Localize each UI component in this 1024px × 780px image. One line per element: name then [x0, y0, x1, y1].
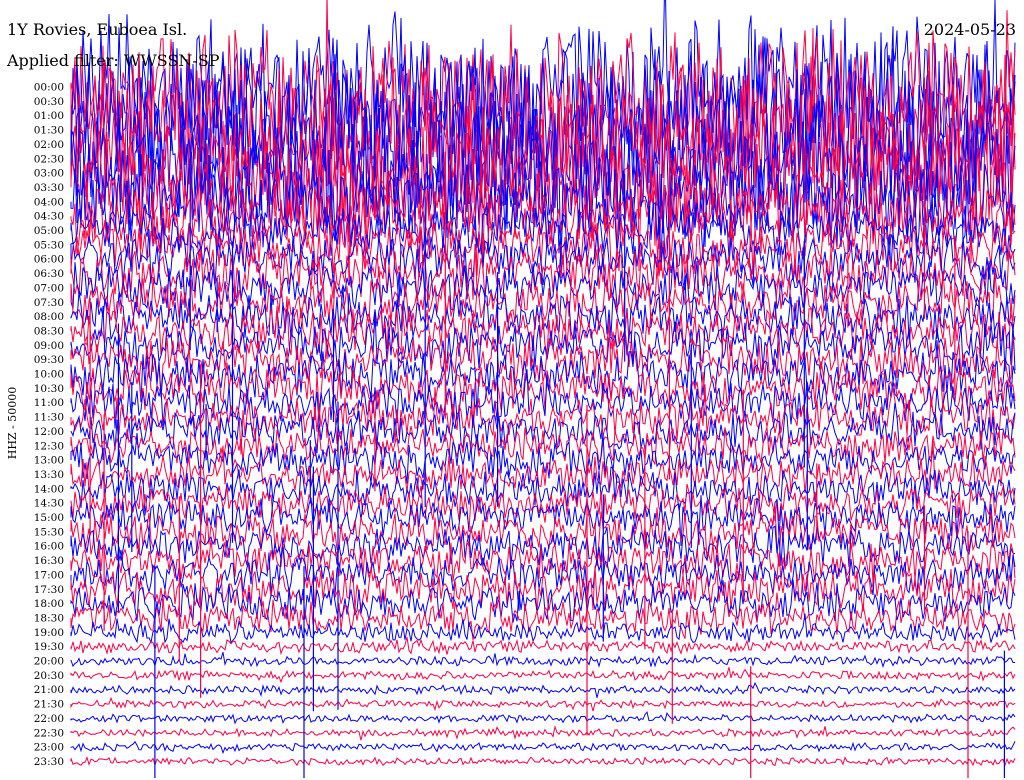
row-time-label: 12:30: [34, 440, 64, 452]
row-time-label: 00:30: [34, 96, 64, 108]
row-time-label: 11:30: [34, 412, 64, 424]
row-time-label: 22:30: [34, 727, 64, 739]
row-time-label: 04:00: [34, 196, 64, 208]
row-time-label: 22:00: [34, 713, 64, 725]
row-time-label: 17:30: [34, 584, 64, 596]
row-time-label: 21:00: [34, 684, 64, 696]
row-time-label: 18:30: [34, 612, 64, 624]
row-time-label: 07:30: [34, 297, 64, 309]
row-time-label: 19:30: [34, 641, 64, 653]
row-time-label: 10:00: [34, 369, 64, 381]
row-time-label: 15:30: [34, 526, 64, 538]
row-time-label: 05:30: [34, 239, 64, 251]
row-time-label: 09:00: [34, 340, 64, 352]
row-time-label: 16:00: [34, 541, 64, 553]
row-time-label: 11:00: [34, 397, 64, 409]
row-time-label: 20:30: [34, 670, 64, 682]
row-time-label: 08:30: [34, 325, 64, 337]
row-time-label: 02:30: [34, 153, 64, 165]
row-time-label: 03:00: [34, 168, 64, 180]
row-time-label: 06:00: [34, 254, 64, 266]
row-time-label: 01:00: [34, 110, 64, 122]
row-time-label: 15:00: [34, 512, 64, 524]
row-time-label: 03:30: [34, 182, 64, 194]
row-time-label: 07:00: [34, 282, 64, 294]
row-time-label: 19:00: [34, 627, 64, 639]
row-time-label: 14:30: [34, 498, 64, 510]
row-time-label: 21:30: [34, 699, 64, 711]
helicorder-plot: 00:00 00:30 01:00 01:30 02:00 02:30 03:00 03:30…: [0, 0, 1024, 780]
row-time-label: 00:00: [34, 82, 64, 94]
row-time-label: 14:00: [34, 483, 64, 495]
row-time-label: 17:00: [34, 569, 64, 581]
row-time-label: 23:00: [34, 742, 64, 754]
row-time-label: 23:30: [34, 756, 64, 768]
row-time-label: 05:00: [34, 225, 64, 237]
row-time-label: 09:30: [34, 354, 64, 366]
row-time-label: 08:00: [34, 311, 64, 323]
row-time-label: 13:00: [34, 455, 64, 467]
row-time-label: 16:30: [34, 555, 64, 567]
row-time-label: 06:30: [34, 268, 64, 280]
y-axis-label: HHZ - 50000: [6, 387, 19, 460]
row-time-label: 20:00: [34, 656, 64, 668]
station-title: 1Y Rovies, Euboea Isl.: [7, 20, 187, 39]
row-time-label: 12:00: [34, 426, 64, 438]
row-time-label: 04:30: [34, 211, 64, 223]
filter-label: Applied filter: WWSSN-SP: [6, 51, 220, 70]
row-time-label: 18:00: [34, 598, 64, 610]
date-label: 2024-05-23: [924, 20, 1016, 39]
row-time-label: 10:30: [34, 383, 64, 395]
row-time-label: 13:30: [34, 469, 64, 481]
row-time-label: 01:30: [34, 125, 64, 137]
row-time-label: 02:00: [34, 139, 64, 151]
